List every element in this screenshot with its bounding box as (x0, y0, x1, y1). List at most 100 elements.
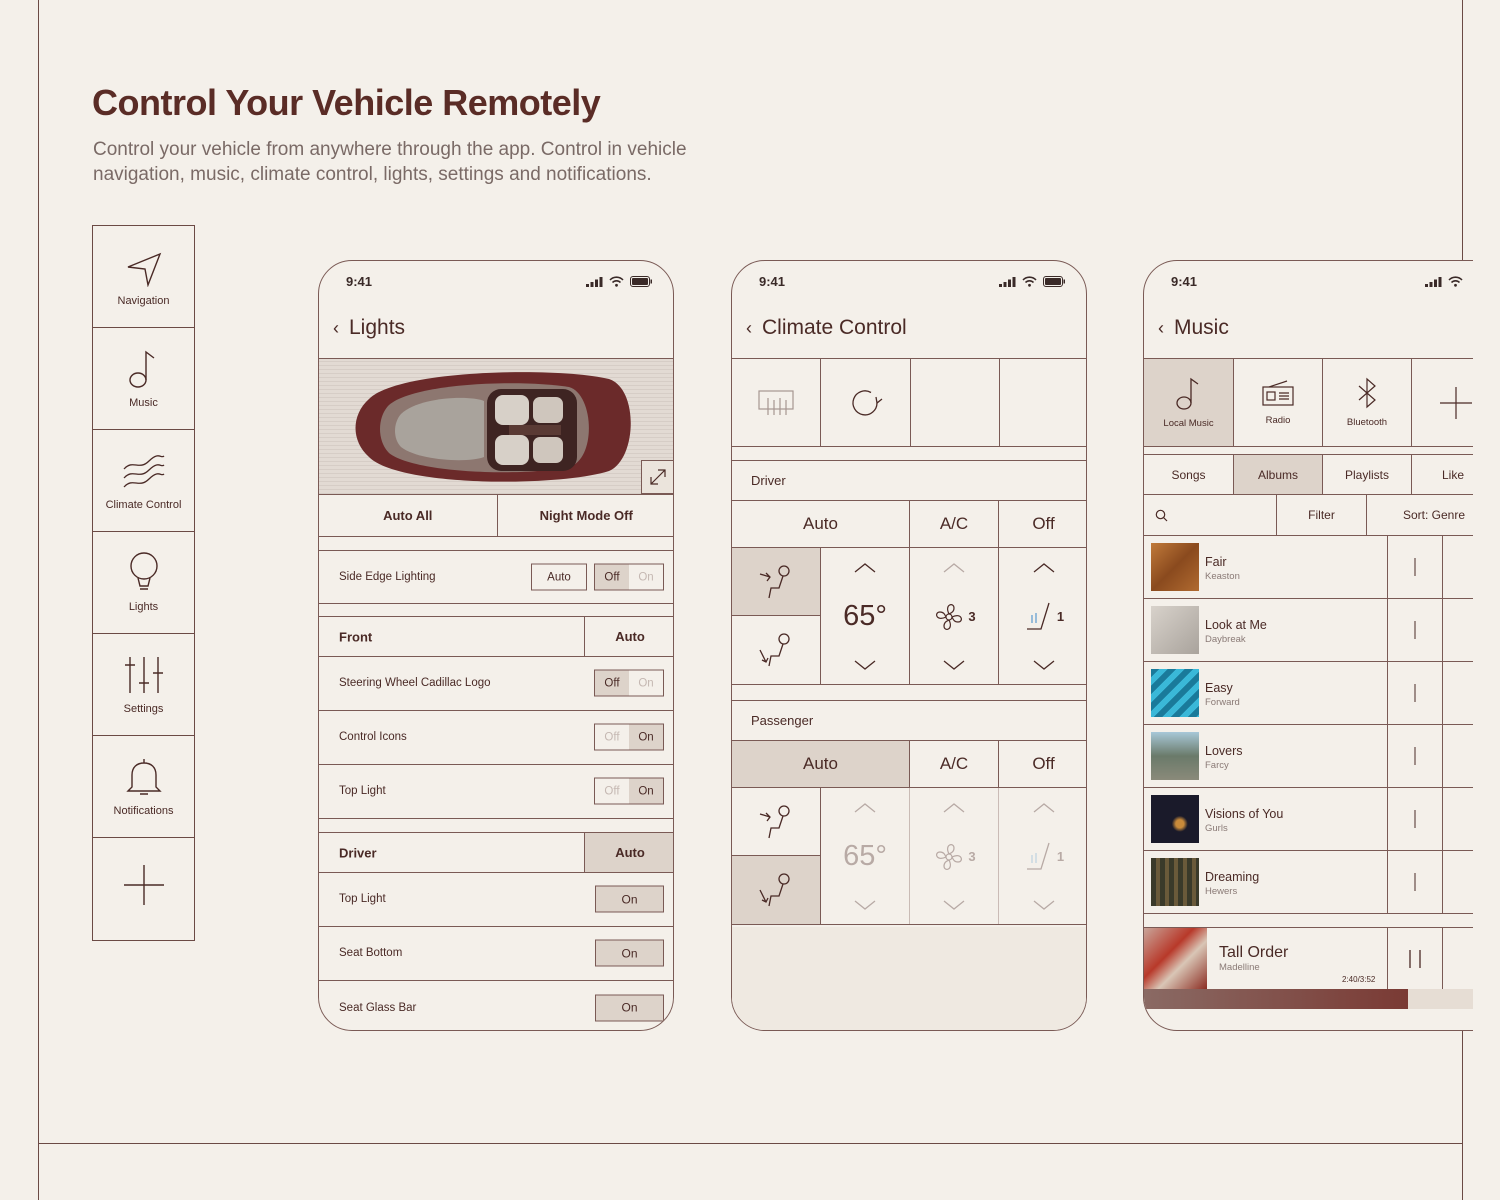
song-row[interactable]: Dreaming Hewers (1144, 851, 1473, 914)
chevron-up-icon[interactable] (942, 802, 966, 814)
defrost-button[interactable] (732, 359, 820, 446)
chevron-down-icon[interactable] (853, 899, 877, 911)
passenger-off-button[interactable]: Off (998, 741, 1086, 787)
sort-button[interactable]: Sort: Genre (1367, 495, 1473, 535)
driver-ac-button[interactable]: A/C (909, 501, 998, 547)
passenger-zone-label: Passenger (732, 700, 1086, 741)
toggle-off[interactable]: Off (595, 779, 629, 804)
seat-bottom-button[interactable]: On (595, 939, 664, 967)
front-auto-button[interactable]: Auto (584, 617, 673, 656)
back-chevron-icon[interactable]: ‹ (1158, 318, 1164, 339)
passenger-airflow-lower-button[interactable] (732, 856, 821, 924)
tab-like[interactable]: Like (1411, 455, 1473, 494)
passenger-ac-button[interactable]: A/C (909, 741, 998, 787)
more-options-button[interactable] (1387, 662, 1443, 724)
chevron-up-icon[interactable] (853, 562, 877, 574)
toggle-on[interactable]: On (629, 778, 663, 804)
signal-icon (586, 276, 603, 287)
source-radio[interactable]: Radio (1233, 359, 1322, 446)
wifi-icon (609, 276, 624, 287)
chevron-up-icon[interactable] (1032, 802, 1056, 814)
song-row[interactable]: Lovers Farcy (1144, 725, 1473, 788)
tab-songs[interactable]: Songs (1144, 455, 1233, 494)
steering-logo-toggle[interactable]: Off On (594, 669, 664, 697)
tab-playlists[interactable]: Playlists (1322, 455, 1411, 494)
airflow-lower-button[interactable] (732, 616, 821, 684)
song-row[interactable]: Easy Forward (1144, 662, 1473, 725)
toggle-off[interactable]: Off (595, 670, 629, 696)
night-mode-button[interactable]: Night Mode Off (496, 495, 674, 536)
song-row[interactable]: Look at Me Daybreak (1144, 599, 1473, 662)
driver-auto-button[interactable]: Auto (732, 501, 909, 547)
page-subtitle: Control your vehicle from anywhere throu… (93, 139, 687, 185)
back-chevron-icon[interactable]: ‹ (746, 318, 752, 339)
driver-auto-button[interactable]: Auto (584, 833, 673, 872)
plus-icon (123, 865, 164, 905)
seat-glass-bar-button[interactable]: On (595, 994, 664, 1021)
playback-progress[interactable] (1144, 989, 1473, 1009)
expand-button[interactable] (641, 460, 673, 494)
passenger-mode-bar: Auto A/C Off (732, 741, 1086, 788)
music-filter-row: Filter Sort: Genre (1144, 495, 1473, 536)
chevron-down-icon[interactable] (942, 899, 966, 911)
passenger-airflow-upper-button[interactable] (732, 788, 821, 856)
song-row[interactable]: Fair Keaston (1144, 536, 1473, 599)
pause-button[interactable] (1387, 928, 1443, 989)
nav-item-lights[interactable]: Lights (93, 532, 194, 634)
chevron-down-icon[interactable] (1032, 659, 1056, 671)
airflow-upper-button[interactable] (732, 548, 821, 616)
driver-top-light-button[interactable]: On (595, 885, 664, 913)
back-chevron-icon[interactable]: ‹ (333, 318, 339, 339)
chevron-down-icon[interactable] (853, 659, 877, 671)
front-top-light-toggle[interactable]: Off On (594, 777, 664, 805)
quick-action-empty-1[interactable] (909, 359, 999, 446)
filter-button[interactable]: Filter (1277, 495, 1367, 535)
quick-action-empty-2[interactable] (998, 359, 1086, 446)
control-icons-toggle[interactable]: Off On (594, 723, 664, 751)
recirculate-button[interactable] (820, 359, 909, 446)
song-artist: Forward (1205, 697, 1240, 708)
toggle-off[interactable]: Off (595, 564, 629, 590)
driver-temperature-value: 65° (843, 600, 887, 632)
more-options-button[interactable] (1387, 599, 1443, 661)
side-edge-toggle[interactable]: Off On (594, 563, 664, 591)
chevron-up-icon[interactable] (853, 802, 877, 814)
toggle-on[interactable]: On (629, 671, 663, 696)
nav-item-settings[interactable]: Settings (93, 634, 194, 736)
chevron-up-icon[interactable] (942, 562, 966, 574)
chevron-down-icon[interactable] (1032, 899, 1056, 911)
tab-albums[interactable]: Albums (1233, 455, 1322, 494)
source-bluetooth[interactable]: Bluetooth (1322, 359, 1411, 446)
auto-all-button[interactable]: Auto All (319, 495, 497, 536)
side-edge-auto-button[interactable]: Auto (531, 563, 587, 591)
search-button[interactable] (1144, 495, 1277, 535)
driver-mode-bar: Auto A/C Off (732, 501, 1086, 548)
nav-item-climate[interactable]: Climate Control (93, 430, 194, 532)
song-row[interactable]: Visions of You Gurls (1144, 788, 1473, 851)
nav-item-notifications[interactable]: Notifications (93, 736, 194, 838)
chevron-down-icon[interactable] (942, 659, 966, 671)
nav-item-music[interactable]: Music (93, 328, 194, 430)
section-title: Driver (339, 845, 377, 860)
source-add[interactable] (1411, 359, 1473, 446)
toggle-off[interactable]: Off (595, 725, 629, 750)
toggle-on[interactable]: On (629, 565, 663, 590)
airflow-feet-icon (759, 873, 790, 907)
more-options-button[interactable] (1387, 788, 1443, 850)
more-options-button[interactable] (1387, 725, 1443, 787)
now-playing-bar[interactable]: Tall Order Madelline 2:40/3:52 (1144, 927, 1473, 990)
chevron-up-icon[interactable] (1032, 562, 1056, 574)
nav-item-navigation[interactable]: Navigation (93, 226, 194, 328)
row-label: Top Light (339, 893, 386, 905)
driver-off-button[interactable]: Off (998, 501, 1086, 547)
driver-seat-heat-display: 1 (1023, 601, 1064, 633)
toggle-on[interactable]: On (629, 724, 663, 750)
fan-icon (936, 603, 963, 630)
passenger-auto-button[interactable]: Auto (732, 741, 909, 787)
side-navigation: Navigation Music Climate Control Lights … (92, 225, 195, 941)
more-options-button[interactable] (1387, 536, 1443, 598)
source-local-music[interactable]: Local Music (1144, 359, 1233, 446)
more-options-button[interactable] (1387, 851, 1443, 913)
driver-temperature-control: 65° (821, 548, 909, 685)
nav-item-add[interactable] (93, 838, 194, 940)
